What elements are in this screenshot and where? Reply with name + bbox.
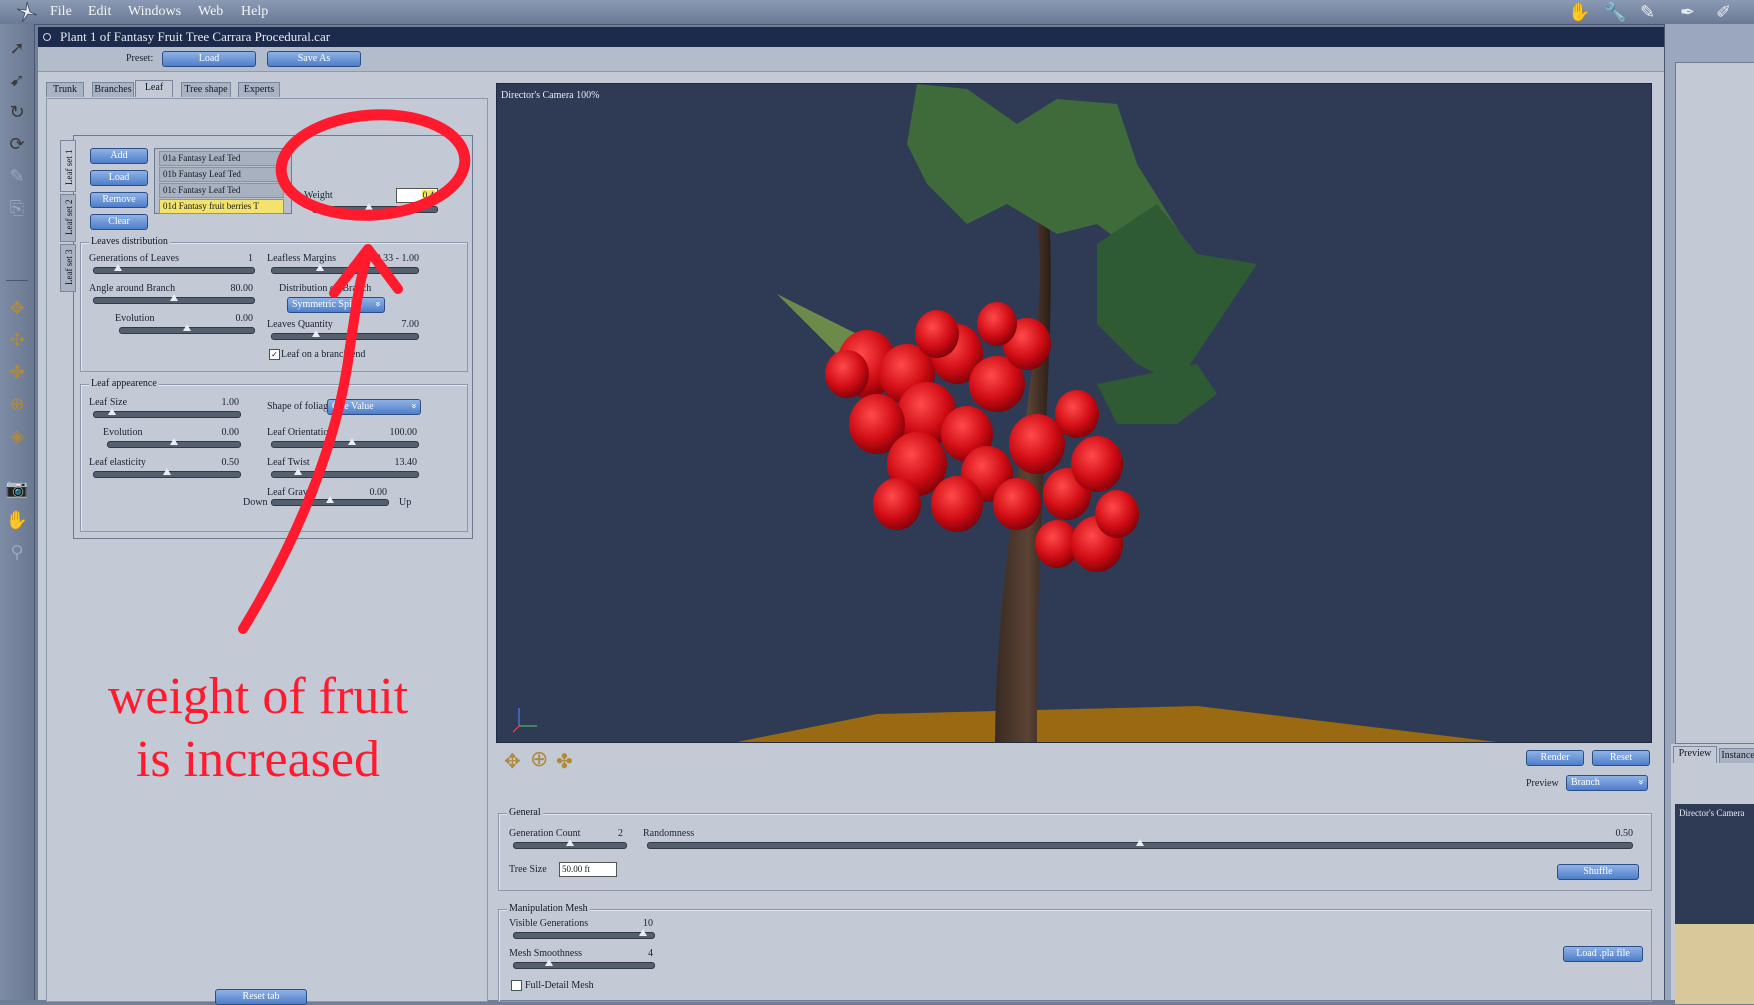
- randomness-label: Randomness: [643, 828, 695, 839]
- slider-knob[interactable]: [1136, 839, 1144, 846]
- 3d-viewport[interactable]: Director's Camera 100%: [496, 83, 1652, 743]
- fruit-berry: [931, 476, 983, 532]
- navigation-icons: ✥ ⊕ ✤: [504, 747, 580, 773]
- preview-panel: Preview Instances Director's Camera: [1671, 744, 1754, 1004]
- randomness-slider[interactable]: [647, 839, 1633, 849]
- mesh-smoothness-label: Mesh Smoothness: [509, 948, 583, 959]
- toolbar-divider: [6, 280, 28, 281]
- orbit-icon[interactable]: ⟳: [5, 132, 29, 156]
- menu-windows[interactable]: Windows: [128, 4, 181, 20]
- tab-preview[interactable]: Preview: [1673, 746, 1717, 763]
- generation-count-slider[interactable]: [513, 839, 627, 849]
- preview-label: Preview: [1526, 778, 1559, 789]
- pen-icon[interactable]: ✒: [1680, 2, 1704, 23]
- scene-tree-panel: [1675, 62, 1754, 744]
- full-detail-mesh-label: Full-Detail Mesh: [525, 980, 594, 991]
- fruit-berry: [977, 302, 1017, 346]
- hand-tool-icon[interactable]: ✋: [1568, 2, 1592, 23]
- menu-file[interactable]: File: [50, 4, 72, 20]
- annotation-circle: [275, 109, 471, 221]
- tree-size-label: Tree Size: [509, 864, 547, 875]
- fruit-berry: [1071, 436, 1123, 492]
- preview-dropdown[interactable]: Branch: [1566, 775, 1648, 791]
- manipulation-mesh-group: Manipulation Mesh Visible Generations 10…: [498, 903, 1652, 1002]
- shuffle-button[interactable]: Shuffle: [1557, 864, 1639, 880]
- visible-generations-slider[interactable]: [513, 929, 655, 939]
- ground-plane: [737, 706, 1497, 742]
- annotation-line-1: weight of fruit: [107, 668, 409, 725]
- trackball-icon[interactable]: ⊕: [5, 392, 29, 416]
- mesh-smoothness-slider[interactable]: [513, 959, 655, 969]
- visible-generations-label: Visible Generations: [509, 918, 589, 929]
- preview-ground: [1675, 924, 1754, 1004]
- fruit-berry: [1095, 490, 1139, 538]
- tools-toolbar: ➚ ➹ ↻ ⟳ ✎ ⎘ ✥ ✣ ✤ ⊕ ◈ 📷 ✋ ⚲: [0, 24, 35, 1000]
- generation-count-label: Generation Count: [509, 828, 581, 839]
- arrow-select-icon[interactable]: ➚: [5, 36, 29, 60]
- wrench-icon[interactable]: 🔧: [1604, 2, 1628, 23]
- menu-web[interactable]: Web: [198, 4, 223, 20]
- ruler-icon[interactable]: ✐: [1716, 2, 1740, 23]
- general-group: General Generation Count 2 Randomness 0.…: [498, 807, 1652, 891]
- dolly-icon[interactable]: ✤: [556, 749, 573, 773]
- arrow-move-icon[interactable]: ➹: [5, 68, 29, 92]
- fruit-berry: [915, 310, 959, 358]
- slider-knob[interactable]: [638, 929, 647, 936]
- leaf-shape: [1097, 204, 1257, 384]
- preview-camera-label: Director's Camera: [1679, 808, 1745, 818]
- magnifier-icon[interactable]: ⚲: [5, 540, 29, 564]
- hand-icon[interactable]: ✋: [5, 508, 29, 532]
- menu-bar: File Edit Windows Web Help ✋ 🔧 ✎ ✒ ✐: [0, 0, 1754, 25]
- slider-knob[interactable]: [545, 959, 553, 966]
- annotation-text: weight of fruit is increased: [58, 667, 458, 789]
- load-pla-file-button[interactable]: Load .pla file: [1563, 946, 1643, 962]
- tree-render: [737, 84, 1497, 742]
- mesh-smoothness-value: 4: [648, 948, 653, 959]
- menu-help[interactable]: Help: [241, 4, 268, 20]
- brush-icon[interactable]: ✎: [1640, 2, 1664, 23]
- app-logo-icon[interactable]: [16, 1, 38, 23]
- fruit-berry: [825, 350, 869, 398]
- viewport-camera-label: Director's Camera 100%: [501, 90, 600, 101]
- fruit-berry: [1055, 390, 1099, 438]
- fruit-berry: [993, 478, 1041, 530]
- fruit-berry: [1009, 414, 1065, 474]
- preview-window: Director's Camera: [1675, 804, 1754, 1004]
- menu-edit[interactable]: Edit: [88, 4, 111, 20]
- move-xz-icon[interactable]: ✤: [5, 360, 29, 384]
- reset-button[interactable]: Reset: [1592, 750, 1650, 766]
- annotation-line-2: is increased: [135, 731, 380, 788]
- rotate-icon[interactable]: ↻: [5, 100, 29, 124]
- move-xy-icon[interactable]: ✣: [5, 328, 29, 352]
- slider-knob[interactable]: [566, 839, 574, 846]
- leaf-shape: [1097, 364, 1217, 424]
- generation-count-value: 2: [618, 828, 623, 839]
- randomness-value: 0.50: [1615, 828, 1634, 839]
- axis-gizmo: [511, 704, 541, 734]
- visible-generations-value: 10: [643, 918, 653, 929]
- tab-instances[interactable]: Instances: [1719, 748, 1754, 763]
- right-side-panel: Preview Instances Director's Camera: [1664, 24, 1754, 1004]
- group-title: Manipulation Mesh: [507, 903, 590, 914]
- pencil-icon[interactable]: ✎: [5, 164, 29, 188]
- paperclip-icon[interactable]: ⎘: [5, 196, 29, 220]
- move-4way-icon[interactable]: ✥: [5, 296, 29, 320]
- full-detail-mesh-checkbox[interactable]: [511, 980, 522, 991]
- annotation-arrow-shaft: [238, 248, 373, 634]
- render-button[interactable]: Render: [1526, 750, 1584, 766]
- trackball-icon[interactable]: ⊕: [530, 747, 548, 772]
- tree-size-input[interactable]: 50.00 ft: [559, 862, 617, 877]
- dolly-icon[interactable]: ◈: [5, 424, 29, 448]
- camera-icon[interactable]: 📷: [5, 476, 29, 500]
- group-title: General: [507, 807, 543, 818]
- pan-icon[interactable]: ✥: [504, 749, 521, 773]
- fruit-berry: [873, 478, 921, 530]
